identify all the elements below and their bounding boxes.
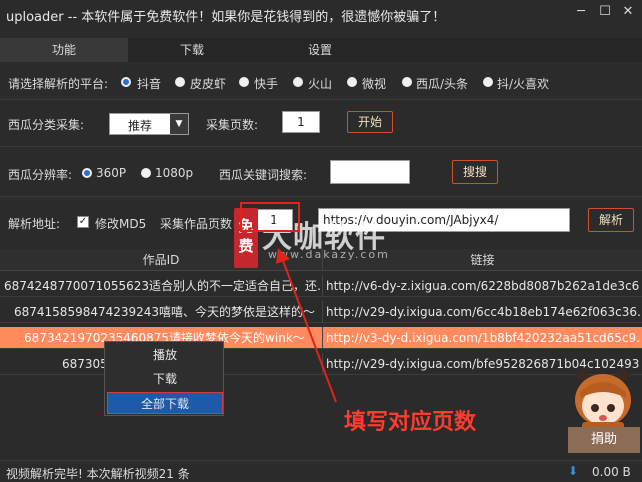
search-button[interactable]: 搜搜: [452, 160, 498, 184]
cell-id: 6874158598474239243嘻嘻、今天的梦依是这样的～: [14, 305, 316, 319]
chevron-down-icon[interactable]: ▼: [170, 114, 188, 134]
platform-label: 请选择解析的平台:: [8, 77, 109, 91]
maximize-icon[interactable]: ☐: [594, 4, 616, 20]
radio-douyin[interactable]: [121, 77, 131, 87]
column-divider: [322, 275, 323, 297]
md5-checkbox[interactable]: ✓: [77, 216, 89, 228]
column-divider: [322, 301, 323, 323]
keyword-label: 西瓜关键词搜索:: [219, 168, 308, 182]
parse-button[interactable]: 解析: [588, 208, 634, 232]
keyword-input[interactable]: [330, 160, 410, 184]
platform-row: 请选择解析的平台: 抖音 皮皮虾 快手 火山 微视 西瓜/头条 抖/火喜欢: [0, 70, 642, 94]
table-row[interactable]: 6874158598474239243嘻嘻、今天的梦依是这样的～ http://…: [0, 301, 642, 323]
menu-item-download[interactable]: 下载: [107, 368, 223, 390]
xigua-collect-label: 西瓜分类采集:: [8, 118, 85, 132]
radio-360p-label[interactable]: 360P: [96, 166, 126, 180]
tab-settings[interactable]: 设置: [256, 38, 384, 62]
table-row[interactable]: 6874248770071055623适合别人的不一定适合自己，还… http:…: [0, 275, 642, 297]
radio-huoshan[interactable]: [293, 77, 303, 87]
xigua-collect-row: 西瓜分类采集: 推荐 ▼ 采集页数: 1 开始: [0, 108, 642, 138]
tab-function[interactable]: 功能: [0, 38, 128, 62]
radio-pipixia-label[interactable]: 皮皮虾: [190, 75, 226, 92]
resolution-row: 西瓜分辨率: 360P 1080p 西瓜关键词搜索: 搜搜: [0, 158, 642, 186]
status-bar: 视频解析完毕! 本次解析视频21 条 ⬇ 0.00 B: [0, 460, 642, 482]
watermark-site-url: www.dakazy.com: [268, 248, 390, 261]
cell-link: http://v6-dy-z.ixigua.com/6228bd8087b262…: [326, 279, 640, 293]
category-select[interactable]: 推荐 ▼: [109, 113, 189, 135]
radio-douyin-label[interactable]: 抖音: [137, 75, 161, 92]
tab-download[interactable]: 下载: [128, 38, 256, 62]
cell-link: http://v3-dy-d.ixigua.com/1b8bf420232aa5…: [326, 331, 640, 345]
start-button[interactable]: 开始: [347, 111, 393, 133]
radio-likes-label[interactable]: 抖/火喜欢: [497, 75, 549, 92]
table-row-selected[interactable]: 6873421970235460875请接收梦依今天的wink～ http://…: [0, 327, 642, 349]
tab-bar: 功能 下载 设置: [0, 38, 642, 62]
title-bar: uploader -- 本软件属于免费软件！如果你是花钱得到的，很遗憾你被骗了！…: [0, 0, 642, 38]
download-arrow-icon: ⬇: [568, 464, 579, 478]
divider: [0, 196, 642, 197]
divider: [0, 146, 642, 147]
radio-huoshan-label[interactable]: 火山: [308, 75, 332, 92]
resolution-label: 西瓜分辨率:: [8, 168, 73, 182]
divider: [0, 99, 642, 100]
window-title: uploader -- 本软件属于免费软件！如果你是花钱得到的，很遗憾你被骗了！: [6, 10, 446, 25]
cell-link: http://v29-dy.ixigua.com/6cc4b18eb174e62…: [326, 305, 640, 319]
radio-weishi[interactable]: [347, 77, 357, 87]
radio-xigua-label[interactable]: 西瓜/头条: [416, 75, 468, 92]
radio-kuaishou[interactable]: [239, 77, 249, 87]
annotation-text: 填写对应页数: [344, 410, 477, 435]
close-icon[interactable]: ✕: [617, 4, 639, 20]
annotation-highlight-box: [240, 202, 300, 232]
radio-360p[interactable]: [82, 168, 92, 178]
pages-label: 采集页数:: [206, 118, 259, 132]
radio-pipixia[interactable]: [175, 77, 185, 87]
radio-weishi-label[interactable]: 微视: [362, 75, 386, 92]
radio-1080p[interactable]: [141, 168, 151, 178]
menu-item-download-all[interactable]: 全部下载: [107, 392, 223, 414]
menu-item-play[interactable]: 播放: [107, 344, 223, 366]
speed-readout: 0.00 B: [592, 465, 631, 479]
radio-kuaishou-label[interactable]: 快手: [254, 75, 278, 92]
donate-button[interactable]: 捐助: [568, 427, 640, 453]
radio-likes[interactable]: [483, 77, 493, 87]
results-table: 作品ID 链接 6874248770071055623适合别人的不一定适合自己，…: [0, 249, 642, 429]
context-menu: 播放 下载 全部下载: [104, 341, 224, 416]
works-pages-label: 采集作品页数: [160, 217, 233, 231]
minimize-icon[interactable]: ─: [570, 4, 592, 20]
status-text: 视频解析完毕! 本次解析视频21 条: [6, 467, 190, 481]
column-divider: [322, 353, 323, 375]
md5-label[interactable]: 修改MD5: [95, 215, 146, 232]
parse-label: 解析地址:: [8, 217, 61, 231]
cell-id: 6874248770071055623适合别人的不一定适合自己，还…: [4, 279, 320, 293]
table-row[interactable]: 687305…敷衍～ http://v29-dy.ixigua.com/bfe9…: [0, 353, 642, 375]
category-select-value: 推荐: [128, 119, 153, 133]
column-divider: [322, 327, 323, 349]
radio-xigua[interactable]: [402, 77, 412, 87]
pages-input[interactable]: 1: [282, 111, 320, 133]
radio-1080p-label[interactable]: 1080p: [155, 166, 193, 180]
